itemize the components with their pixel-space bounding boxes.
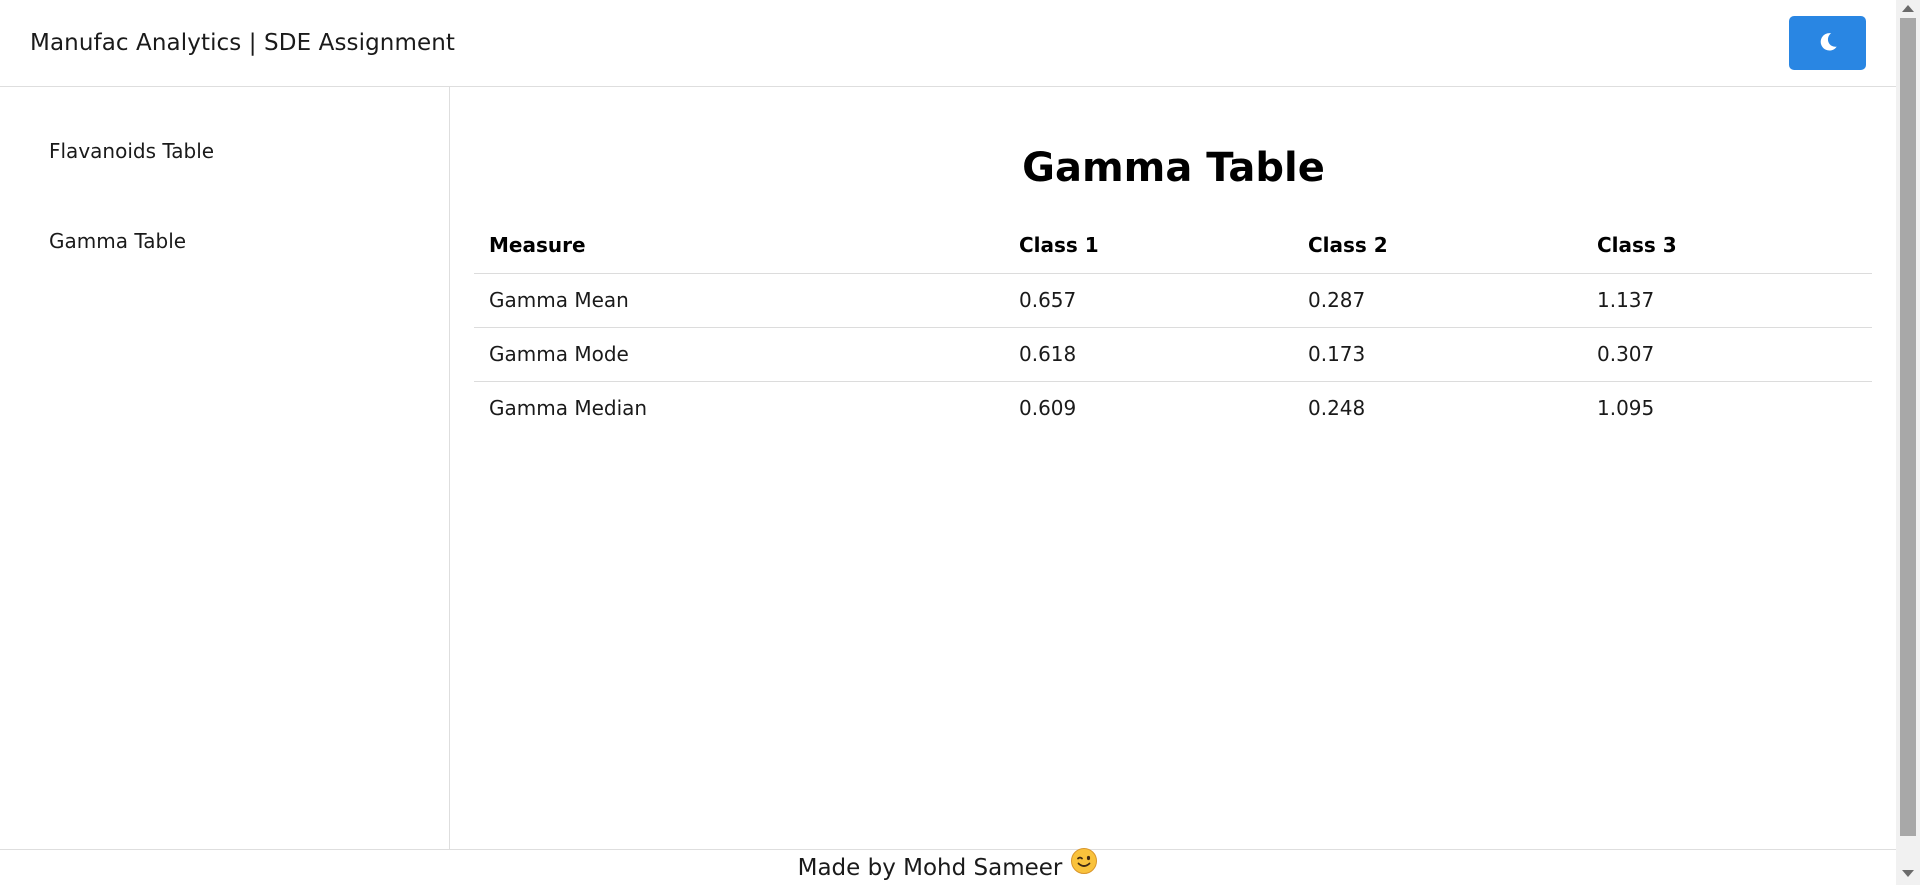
app-root: Manufac Analytics | SDE Assignment Flava… bbox=[0, 0, 1920, 885]
column-header-measure: Measure bbox=[474, 217, 1004, 274]
top-header: Manufac Analytics | SDE Assignment bbox=[0, 0, 1896, 87]
table-cell: 0.618 bbox=[1004, 327, 1293, 382]
theme-toggle-button[interactable] bbox=[1789, 16, 1866, 70]
table-cell: 0.173 bbox=[1293, 327, 1582, 382]
moon-icon bbox=[1817, 31, 1839, 56]
table-cell-measure: Gamma Median bbox=[489, 396, 648, 421]
scroll-down-arrow-icon[interactable] bbox=[1902, 870, 1914, 877]
table-cell: 0.657 bbox=[1004, 273, 1293, 328]
table-cell: 1.095 bbox=[1597, 396, 1655, 421]
sidebar: Flavanoids Table Gamma Table bbox=[0, 87, 450, 849]
footer-credit-text: Made by Mohd Sameer bbox=[797, 855, 1063, 881]
table-cell-measure: Gamma Mode bbox=[474, 327, 1004, 382]
footer: Made by Mohd Sameer bbox=[0, 847, 1896, 885]
table-cell: 1.137 bbox=[1582, 273, 1872, 328]
page-title: Gamma Table bbox=[1022, 145, 1325, 191]
sidebar-item-flavanoids-table[interactable]: Flavanoids Table bbox=[49, 139, 214, 163]
table-row: Gamma Mean 0.657 0.287 1.137 bbox=[474, 273, 1872, 328]
gamma-table: Measure Class 1 Class 2 Class 3 Gamma Me… bbox=[474, 217, 1872, 435]
column-header-class-3: Class 3 bbox=[1582, 217, 1872, 274]
sidebar-item-gamma-table[interactable]: Gamma Table bbox=[49, 229, 186, 253]
scrollbar-thumb[interactable] bbox=[1900, 18, 1916, 836]
winking-face-icon bbox=[1070, 847, 1098, 885]
table-header-row: Measure Class 1 Class 2 Class 3 bbox=[474, 217, 1872, 274]
table-row: Gamma Median 0.609 0.248 1.095 bbox=[474, 381, 1872, 435]
table-row: Gamma Mode 0.618 0.173 0.307 bbox=[474, 327, 1872, 382]
table-cell: 0.307 bbox=[1582, 327, 1872, 382]
table-cell: 0.287 bbox=[1293, 273, 1582, 328]
column-header-class-1: Class 1 bbox=[1004, 217, 1293, 274]
column-header-class-2: Class 2 bbox=[1293, 217, 1582, 274]
main-content: Gamma Table Measure Class 1 Class 2 Clas… bbox=[451, 87, 1896, 849]
table-cell: 0.248 bbox=[1308, 396, 1366, 421]
scroll-up-arrow-icon[interactable] bbox=[1902, 5, 1914, 12]
app-title: Manufac Analytics | SDE Assignment bbox=[30, 30, 456, 56]
table-cell: 0.609 bbox=[1019, 396, 1077, 421]
table-cell-measure: Gamma Mean bbox=[474, 273, 1004, 328]
vertical-scrollbar[interactable] bbox=[1896, 0, 1920, 885]
